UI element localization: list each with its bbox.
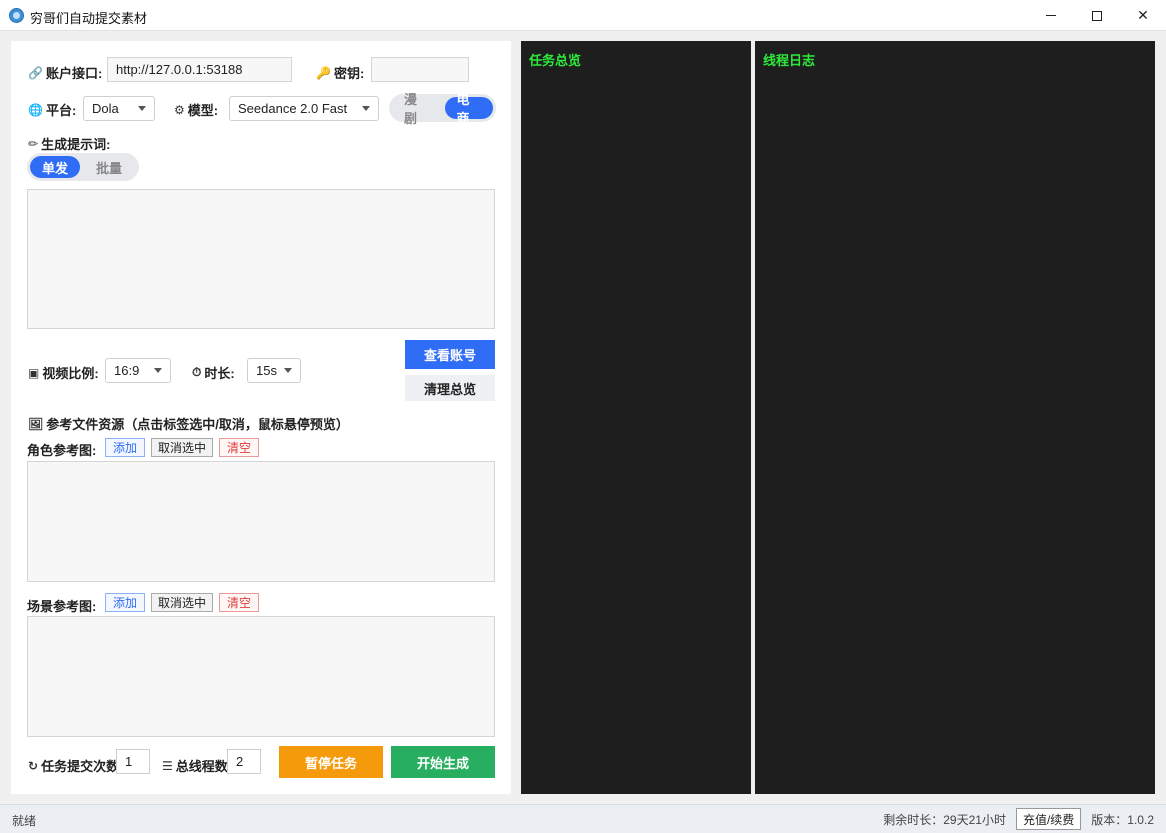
model-select[interactable]: Seedance 2.0 Fast (229, 96, 379, 121)
references-title: 🖼 参考文件资源（点击标签选中/取消，鼠标悬停预览） (28, 416, 349, 433)
character-deselect-button[interactable]: 取消选中 (151, 438, 213, 457)
view-account-button[interactable]: 查看账号 (405, 340, 495, 369)
chevron-down-icon (154, 368, 162, 373)
character-ref-label: 角色参考图: (27, 443, 97, 458)
start-generate-button[interactable]: 开始生成 (391, 746, 495, 778)
remaining-time: 剩余时长：29天21小时 (883, 812, 1006, 827)
thread-log-title: 线程日志 (763, 53, 816, 68)
screen-icon: ▣ (28, 365, 40, 380)
settings-panel: 🔗 账户接口: http://127.0.0.1:53188 🔑 密钥: 🌐 平… (11, 41, 511, 794)
threads-label: ☰ 总线程数: (162, 758, 233, 775)
pencil-icon: ✏ (28, 136, 39, 151)
recharge-button[interactable]: 充值/续费 (1015, 808, 1082, 830)
video-ratio-select[interactable]: 16:9 (105, 358, 171, 383)
tab-batch[interactable]: 批量 (84, 156, 134, 178)
close-button[interactable]: ✕ (1120, 0, 1166, 31)
thread-log-panel[interactable]: 线程日志 (755, 41, 1155, 794)
duration-select[interactable]: 15s (247, 358, 301, 383)
status-text: 就绪 (12, 814, 37, 828)
clear-overview-button[interactable]: 清理总览 (405, 375, 495, 401)
mode-option-drama[interactable]: 漫剧 (392, 92, 441, 126)
link-icon: 🔗 (28, 65, 43, 80)
video-ratio-label: ▣ 视频比例: (28, 365, 99, 382)
pause-task-button[interactable]: 暂停任务 (279, 746, 383, 778)
app-logo-icon (9, 8, 24, 23)
maximize-button[interactable] (1074, 0, 1120, 31)
image-icon: 🖼 (28, 416, 44, 431)
chevron-down-icon (138, 106, 146, 111)
character-ref-list[interactable] (27, 461, 495, 582)
threads-input[interactable]: 2 (227, 749, 261, 774)
status-right-group: 剩余时长：29天21小时 充值/续费 版本：1.0.2 (883, 808, 1154, 830)
refresh-icon: ↻ (28, 758, 39, 773)
scene-clear-button[interactable]: 清空 (219, 593, 259, 612)
model-label: ⚙ 模型: (174, 102, 219, 119)
prompt-label: ✏ 生成提示词: (28, 136, 111, 153)
account-api-input[interactable]: http://127.0.0.1:53188 (107, 57, 292, 82)
minimize-button[interactable] (1028, 0, 1074, 31)
timer-icon: ⏱ (192, 365, 202, 379)
duration-label: ⏱ 时长: (192, 365, 235, 381)
list-icon: ☰ (162, 758, 173, 773)
mode-toggle: 漫剧 电商 (389, 92, 496, 126)
scene-ref-label: 场景参考图: (27, 599, 97, 614)
chevron-down-icon (284, 368, 292, 373)
scene-deselect-button[interactable]: 取消选中 (151, 593, 213, 612)
task-overview-panel[interactable]: 任务总览 (521, 41, 751, 794)
status-bar: 就绪 剩余时长：29天21小时 充值/续费 版本：1.0.2 (0, 804, 1166, 833)
maximize-icon (1092, 10, 1102, 21)
character-add-button[interactable]: 添加 (105, 438, 145, 457)
minimize-icon (1046, 15, 1056, 16)
submit-count-input[interactable]: 1 (116, 749, 150, 774)
version-text: 版本：1.0.2 (1091, 812, 1154, 827)
tab-single[interactable]: 单发 (30, 156, 81, 178)
mode-option-ecommerce[interactable]: 电商 (444, 92, 493, 126)
title-bar: 穷哥们自动提交素材 ✕ (0, 0, 1166, 31)
scene-ref-list[interactable] (27, 616, 495, 737)
gear-icon: ⚙ (174, 102, 185, 117)
account-api-label: 🔗 账户接口: (28, 65, 103, 82)
close-icon: ✕ (1137, 7, 1149, 23)
key-label: 🔑 密钥: (316, 65, 365, 82)
prompt-tabs: 单发 批量 (27, 153, 139, 181)
platform-select[interactable]: Dola (83, 96, 155, 121)
task-overview-title: 任务总览 (529, 53, 582, 68)
prompt-textarea[interactable] (27, 189, 495, 329)
globe-icon: 🌐 (28, 102, 43, 117)
key-icon: 🔑 (316, 65, 331, 80)
submit-count-label: ↻ 任务提交次数: (28, 758, 124, 775)
platform-label: 🌐 平台: (28, 102, 77, 119)
scene-add-button[interactable]: 添加 (105, 593, 145, 612)
character-clear-button[interactable]: 清空 (219, 438, 259, 457)
window-title: 穷哥们自动提交素材 (30, 11, 148, 26)
chevron-down-icon (362, 106, 370, 111)
key-input[interactable] (371, 57, 469, 82)
